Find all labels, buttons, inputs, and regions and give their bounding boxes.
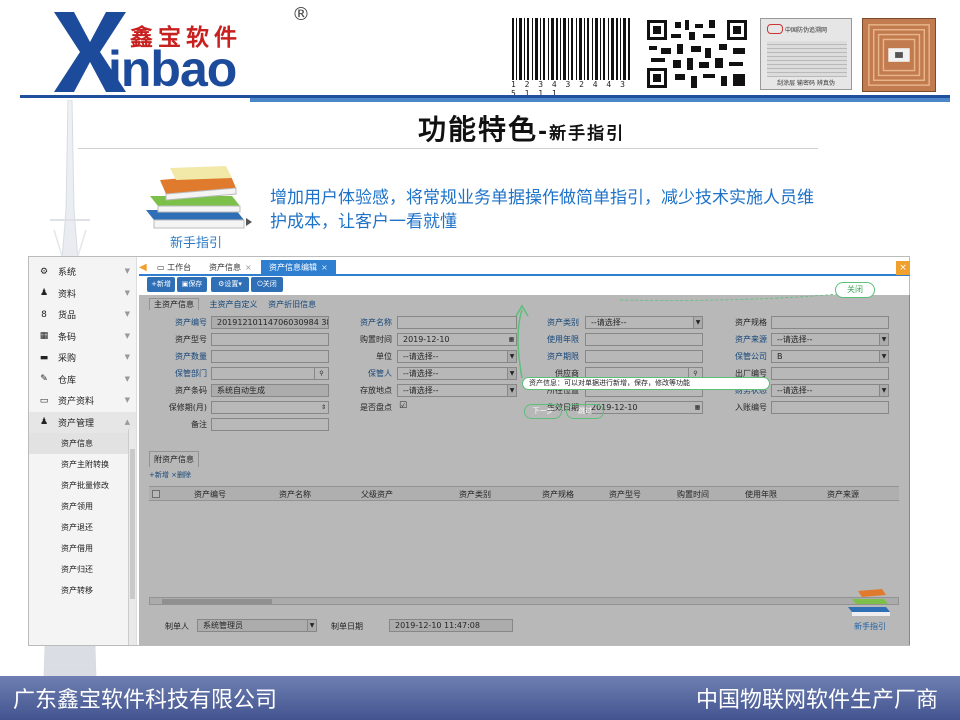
sidebar: ⚙ 系统 ▼ ♟ 资料 ▼ 8 货品 ▼ ▦ 条码 ▼ ▬ 采购 ▼ ✎ 仓库 ▼ ▭ 资产资料 ▼ ♟ 资产… bbox=[29, 257, 137, 645]
brand-logo: 鑫宝软件 ® inbao bbox=[50, 4, 320, 97]
guide-close-button[interactable]: 关闭 bbox=[835, 282, 875, 298]
purchase-icon: ▬ bbox=[39, 352, 49, 363]
tab-label: 资产信息 bbox=[209, 263, 241, 272]
sidebar-sub-asset-giveback[interactable]: 资产归还 bbox=[29, 559, 136, 580]
sidebar-item-data[interactable]: ♟ 资料 ▼ bbox=[29, 283, 136, 305]
tab-label: 资产信息编辑 bbox=[269, 263, 317, 272]
header-divider-accent bbox=[250, 98, 950, 102]
monitor-icon: ▭ bbox=[157, 263, 165, 272]
company-slogan: 中国物联网软件生产厂商 bbox=[695, 688, 938, 713]
anti-counterfeit-label: 中国防伪追溯网 刮涂层 输密码 辨真伪 bbox=[760, 18, 852, 90]
chevron-down-icon: ▼ bbox=[124, 353, 130, 361]
guide-skip-button[interactable]: 跳过 bbox=[566, 404, 604, 419]
sidebar-sub-asset-borrow[interactable]: 资产借用 bbox=[29, 538, 136, 559]
chevron-down-icon: ▼ bbox=[124, 396, 130, 404]
save-button[interactable]: ▣保存 bbox=[177, 277, 207, 292]
sidebar-sub-asset-convert[interactable]: 资产主附转换 bbox=[29, 454, 136, 475]
sidebar-item-label: 资料 bbox=[58, 289, 77, 300]
user-icon: ♟ bbox=[39, 288, 49, 299]
chevron-down-icon: ▾ bbox=[238, 280, 242, 288]
sidebar-item-barcode[interactable]: ▦ 条码 ▼ bbox=[29, 326, 136, 348]
close-icon[interactable]: × bbox=[245, 263, 252, 272]
barcode-icon: ▦ bbox=[39, 331, 49, 342]
title-main: 功能特色 bbox=[418, 113, 539, 146]
sidebar-sub-asset-issue[interactable]: 资产领用 bbox=[29, 496, 136, 517]
user-icon: ♟ bbox=[39, 417, 49, 428]
registered-mark: ® bbox=[292, 4, 310, 25]
page-title: 功能特色-新手指引 bbox=[418, 108, 625, 148]
title-sub: 新手指引 bbox=[549, 124, 626, 144]
sidebar-item-goods[interactable]: 8 货品 ▼ bbox=[29, 304, 136, 326]
guide-books-icon[interactable] bbox=[846, 587, 896, 617]
sidebar-item-label: 采购 bbox=[58, 354, 77, 365]
scrollbar-thumb[interactable] bbox=[130, 449, 135, 599]
back-arrow-icon[interactable]: ◀ bbox=[139, 260, 147, 276]
sidebar-item-label: 资产资料 bbox=[58, 397, 95, 408]
sidebar-item-label: 系统 bbox=[58, 268, 77, 279]
sidebar-item-label: 资产管理 bbox=[58, 418, 95, 429]
sidebar-item-asset-data[interactable]: ▭ 资产资料 ▼ bbox=[29, 390, 136, 412]
gear-icon: ⚙ bbox=[39, 266, 49, 277]
settings-label: 设置 bbox=[224, 280, 239, 288]
company-name: 广东鑫宝软件科技有限公司 bbox=[13, 688, 278, 713]
guide-next-button[interactable]: 下一步 bbox=[524, 404, 562, 419]
title-underline bbox=[78, 148, 818, 149]
chevron-up-icon: ▲ bbox=[124, 417, 130, 426]
tab-bar: ◀ ▭ 工作台 资产信息 × 资产信息编辑 × × bbox=[139, 259, 910, 276]
label-info-area bbox=[767, 41, 847, 77]
monitor-icon: ▭ bbox=[39, 395, 49, 406]
sidebar-sub-asset-info[interactable]: 资产信息 bbox=[29, 433, 136, 454]
settings-button[interactable]: ⚙设置▾ bbox=[211, 277, 249, 292]
sidebar-sub-asset-transfer[interactable]: 资产转移 bbox=[29, 580, 136, 601]
sidebar-scrollbar[interactable] bbox=[128, 429, 136, 645]
tab-workbench[interactable]: ▭ 工作台 bbox=[157, 260, 191, 276]
qr-code-image bbox=[645, 18, 749, 90]
logo-en-text: inbao bbox=[108, 41, 237, 97]
footer-banner: 广东鑫宝软件科技有限公司 中国物联网软件生产厂商 bbox=[0, 676, 960, 720]
chevron-down-icon: ▼ bbox=[124, 331, 130, 340]
box-icon: 8 bbox=[41, 309, 47, 320]
sidebar-item-asset-management[interactable]: ♟ 资产管理 ▲ bbox=[29, 411, 136, 433]
sidebar-sub-asset-batch-edit[interactable]: 资产批量修改 bbox=[29, 475, 136, 496]
window-close-button[interactable]: × bbox=[896, 261, 910, 275]
sidebar-item-system[interactable]: ⚙ 系统 ▼ bbox=[29, 261, 136, 283]
feature-icon-label: 新手指引 bbox=[170, 236, 223, 251]
chevron-down-icon: ▼ bbox=[124, 288, 130, 297]
sidebar-item-label: 仓库 bbox=[58, 375, 77, 386]
sidebar-item-warehouse[interactable]: ✎ 仓库 ▼ bbox=[29, 369, 136, 391]
edit-icon: ✎ bbox=[40, 374, 48, 385]
sidebar-sub-asset-return[interactable]: 资产退还 bbox=[29, 517, 136, 538]
tab-asset-edit[interactable]: 资产信息编辑 × bbox=[261, 260, 336, 276]
new-button[interactable]: +新增 bbox=[147, 277, 175, 292]
tab-label: 工作台 bbox=[167, 263, 192, 272]
close-label: 关闭 bbox=[262, 280, 277, 288]
sidebar-item-label: 条码 bbox=[58, 332, 77, 343]
chevron-down-icon: ▼ bbox=[124, 310, 130, 318]
guide-tooltip: 资产信息：可以对单据进行新增，保存，修改等功能 bbox=[522, 377, 770, 390]
chevron-down-icon: ▼ bbox=[124, 374, 130, 383]
save-label: 保存 bbox=[188, 280, 203, 288]
books-icon bbox=[146, 166, 252, 229]
tab-asset-info[interactable]: 资产信息 × bbox=[209, 260, 252, 276]
close-button[interactable]: ⏻关闭 bbox=[251, 277, 283, 292]
chevron-down-icon: ▼ bbox=[124, 267, 130, 275]
feature-description: 增加用户体验感，将常规业务单据操作做简单指引，减少技术实施人员维护成本，让客户一… bbox=[270, 188, 814, 232]
title-separator: - bbox=[538, 120, 550, 145]
rfid-tag-image bbox=[862, 18, 936, 92]
sidebar-item-label: 货品 bbox=[58, 311, 77, 322]
sidebar-item-purchase[interactable]: ▬ 采购 ▼ bbox=[29, 347, 136, 369]
close-icon[interactable]: × bbox=[321, 263, 328, 272]
label-bottom-text: 刮涂层 输密码 辨真伪 bbox=[777, 80, 835, 87]
seal-icon bbox=[767, 24, 783, 34]
guide-label[interactable]: 新手指引 bbox=[854, 621, 886, 632]
